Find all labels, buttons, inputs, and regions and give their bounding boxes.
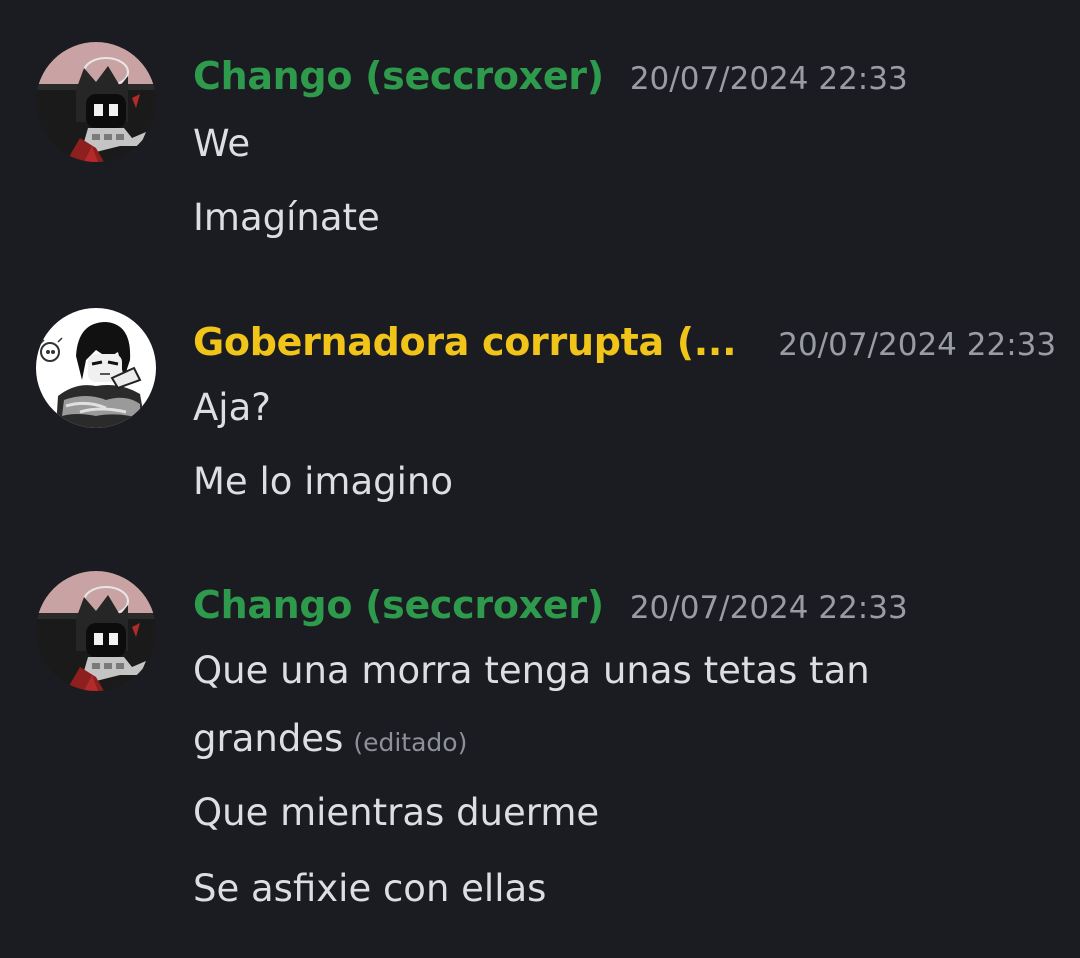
edited-label[interactable]: (editado) xyxy=(353,728,467,757)
message-group: Chango (seccroxer) 20/07/2024 22:33 Que … xyxy=(0,571,1080,919)
timestamp[interactable]: 20/07/2024 22:33 xyxy=(630,590,908,626)
chango-avatar-icon[interactable] xyxy=(36,571,156,691)
username[interactable]: Chango (seccroxer) xyxy=(193,54,604,98)
message-line: Se asfixie con ellas xyxy=(193,867,547,910)
timestamp[interactable]: 20/07/2024 22:33 xyxy=(630,61,908,97)
chango-avatar-icon[interactable] xyxy=(36,42,156,162)
message-line: Que mientras duerme xyxy=(193,791,600,834)
username[interactable]: Gobernadora corrupta (... xyxy=(193,320,737,364)
message-header: Chango (seccroxer) 20/07/2024 22:33 xyxy=(193,583,908,643)
timestamp[interactable]: 20/07/2024 22:33 xyxy=(778,327,1056,363)
message-header: Gobernadora corrupta (... 20/07/2024 22:… xyxy=(193,320,1056,380)
message-line: Me lo imagino xyxy=(193,460,453,503)
message-line-edited: grandes (editado) xyxy=(193,717,467,765)
message-line: Aja? xyxy=(193,386,271,429)
message-group: Gobernadora corrupta (... 20/07/2024 22:… xyxy=(0,308,1080,516)
username[interactable]: Chango (seccroxer) xyxy=(193,583,604,627)
message-text: grandes xyxy=(193,717,344,760)
gobernadora-avatar-icon[interactable] xyxy=(36,308,156,428)
message-line: Que una morra tenga unas tetas tan xyxy=(193,649,870,692)
message-header: Chango (seccroxer) 20/07/2024 22:33 xyxy=(193,54,908,114)
message-line: Imagínate xyxy=(193,196,380,239)
message-group: Chango (seccroxer) 20/07/2024 22:33 We I… xyxy=(0,42,1080,250)
message-line: We xyxy=(193,122,251,165)
